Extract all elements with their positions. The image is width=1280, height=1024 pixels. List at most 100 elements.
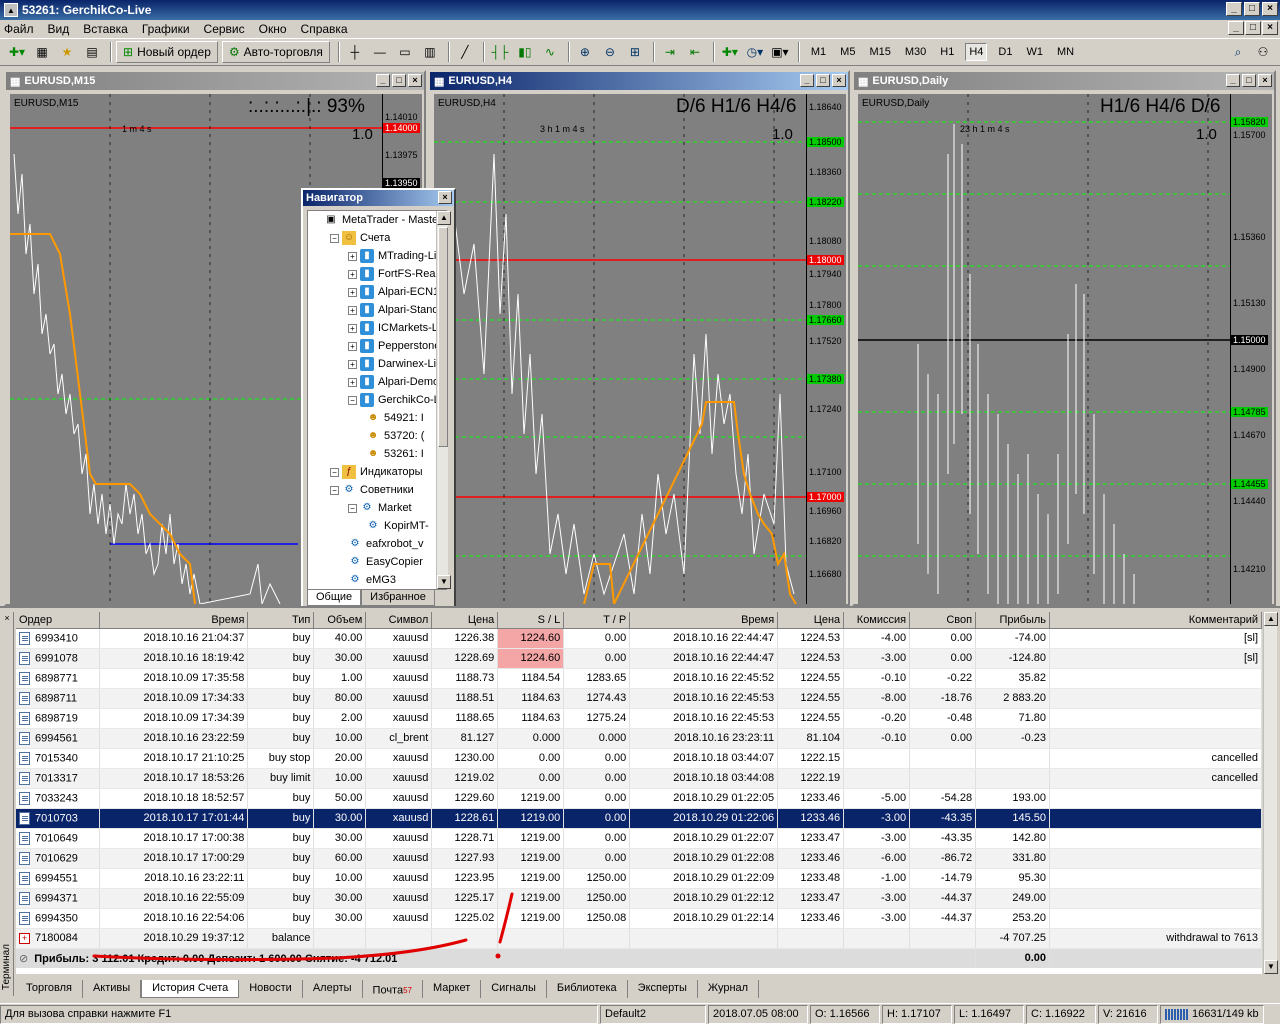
navigator-title[interactable]: Навигатор × [303,190,454,206]
chart-canvas[interactable]: EURUSD,H4 3 h 1 m 4 s D/6 H1/6 H4/6 1.0 … [434,94,846,604]
scroll-up-icon[interactable]: ▲ [437,211,451,225]
table-row[interactable]: 7015340 2018.10.17 21:10:25 buy stop 20.00 x… [16,748,1262,769]
channel-icon[interactable]: ▥ [419,41,441,63]
navigator-item[interactable]: + ▮ Alpari-Standa [308,301,446,319]
zoom-out-icon[interactable]: ⊖ [599,41,621,63]
terminal-tab[interactable]: Активы [83,980,142,998]
scroll-down-icon[interactable]: ▼ [1264,960,1278,974]
price-scale[interactable]: 1.18640 1.18500 1.18360 1.18220 1.18080 … [806,94,846,604]
expand-toggle-icon[interactable]: + [348,287,357,297]
chart-maximize-button[interactable]: □ [392,74,406,87]
chart-maximize-button[interactable]: □ [816,74,830,87]
column-header[interactable]: Время [99,612,249,629]
table-row[interactable]: 7010703 2018.10.17 17:01:44 buy 30.00 xauusd… [16,808,1262,829]
chart-minimize-button[interactable]: _ [800,74,814,87]
column-header[interactable]: T / P [563,612,631,629]
table-row[interactable]: 6898771 2018.10.09 17:35:58 buy 1.00 xauusd 1… [16,668,1262,689]
navigator-item[interactable]: ☻ 54921: I [308,409,446,427]
navigator-toggle-icon[interactable]: ▤ [81,41,103,63]
column-header[interactable]: Время [629,612,779,629]
terminal-tab[interactable]: Торговля [16,980,83,998]
navigator-item[interactable]: ⚙ eMG3 [308,571,446,589]
candle-chart-icon[interactable]: ▮▯ [514,41,536,63]
menu-tools[interactable]: Сервис [204,22,245,36]
timeframe-m30[interactable]: M30 [902,44,929,60]
expand-toggle-icon[interactable]: + [348,305,357,315]
navigator-item[interactable]: ⚙ KopirMT- [308,517,446,535]
autoscroll-icon[interactable]: ⇥ [659,41,681,63]
terminal-tab[interactable]: Новости [239,980,303,998]
navigator-tab-general[interactable]: Общие [307,590,362,606]
table-row[interactable]: 7010649 2018.10.17 17:00:38 buy 30.00 xauusd… [16,828,1262,849]
zoom-in-icon[interactable]: ⊕ [574,41,596,63]
navigator-item[interactable]: + ▮ Alpari-ECN1 [308,283,446,301]
table-row[interactable]: 6994551 2018.10.16 23:22:11 buy 10.00 xauusd… [16,868,1262,889]
status-profile[interactable]: Default2 [600,1004,706,1024]
timeframe-h4[interactable]: H4 [965,43,988,61]
table-row[interactable]: 6898719 2018.10.09 17:34:39 buy 2.00 xauusd 1… [16,708,1262,729]
navigator-item[interactable]: + ▮ Alpari-Demo [308,373,446,391]
chart-canvas[interactable]: EURUSD,Daily 23 h 1 m 4 s H1/6 H4/6 D/6 … [858,94,1272,604]
chart-shift-icon[interactable]: ⇤ [684,41,706,63]
column-header[interactable]: Прибыль [975,612,1051,629]
timeframe-m1[interactable]: M1 [808,44,829,60]
favorites-icon[interactable]: ★ [56,41,78,63]
navigator-item[interactable]: + ▮ Darwinex-Liv [308,355,446,373]
chart-close-button[interactable]: × [408,74,422,87]
tile-windows-icon[interactable]: ⊞ [624,41,646,63]
expand-toggle-icon[interactable]: + [348,359,357,369]
expand-toggle-icon[interactable]: − [330,485,339,495]
trendline-icon[interactable]: ╱ [454,41,476,63]
terminal-tab[interactable]: История Счета [141,980,240,998]
chart-window-title[interactable]: ▦ EURUSD,Daily _ □ × [854,72,1274,90]
scroll-down-icon[interactable]: ▼ [437,575,451,589]
navigator-item[interactable]: + ▮ MTrading-Liv [308,247,446,265]
chart-window-eurusd-daily[interactable]: ▦ EURUSD,Daily _ □ × EURUSD,Daily 23 h 1… [852,70,1276,606]
mdi-minimize-button[interactable]: _ [1228,21,1244,35]
navigator-item[interactable]: ⚙ EasyCopier [308,553,446,571]
crosshair-icon[interactable]: ┼ [344,41,366,63]
column-header[interactable]: Ордер [16,612,101,629]
terminal-close-icon[interactable]: × [2,613,12,623]
column-header[interactable]: S / L [497,612,565,629]
navigator-item[interactable]: + ▮ ICMarkets-Li [308,319,446,337]
chart-minimize-button[interactable]: _ [376,74,390,87]
column-header[interactable]: Цена [777,612,845,629]
navigator-item[interactable]: − ƒ Индикаторы [308,463,446,481]
table-row[interactable]: 6898711 2018.10.09 17:34:33 buy 80.00 xauusd… [16,688,1262,709]
chart-close-button[interactable]: × [832,74,846,87]
expand-toggle-icon[interactable]: − [348,395,357,405]
navigator-item[interactable]: − ☺ Счета [308,229,446,247]
terminal-tab[interactable]: Маркет [423,980,482,998]
expand-toggle-icon[interactable]: + [348,377,357,387]
scroll-up-icon[interactable]: ▲ [1264,612,1278,626]
terminal-tab[interactable]: Сигналы [481,980,547,998]
timeframe-m5[interactable]: M5 [837,44,858,60]
expand-toggle-icon[interactable]: + [348,269,357,279]
chart-maximize-button[interactable]: □ [1242,74,1256,87]
timeframe-mn[interactable]: MN [1054,44,1077,60]
terminal-tab[interactable]: Почта57 [363,980,423,998]
terminal-tab[interactable]: Журнал [698,980,760,998]
chart-close-button[interactable]: × [1258,74,1272,87]
navigator-item[interactable]: + ▮ Pepperstone [308,337,446,355]
table-row[interactable]: 7013317 2018.10.17 18:53:26 buy limit 10.00… [16,768,1262,789]
expand-toggle-icon[interactable]: − [330,233,339,243]
expand-toggle-icon[interactable]: + [348,323,357,333]
navigator-item[interactable]: ▣ MetaTrader - Masterf [308,211,446,229]
timeframe-w1[interactable]: W1 [1023,44,1046,60]
line-chart-icon[interactable]: ∿ [539,41,561,63]
periods-icon[interactable]: ◷▾ [744,41,766,63]
column-header[interactable]: Комиссия [843,612,911,629]
table-row[interactable]: 6991078 2018.10.16 18:19:42 buy 30.00 xauusd… [16,648,1262,669]
navigator-close-button[interactable]: × [438,191,452,204]
menu-insert[interactable]: Вставка [83,22,128,36]
chart-window-eurusd-h4[interactable]: ▦ EURUSD,H4 _ □ × EURUSD,H4 3 h 1 m 4 s D/6… [428,70,850,606]
indicators-icon[interactable]: ✚▾ [719,41,741,63]
terminal-tab[interactable]: Алерты [303,980,363,998]
mdi-close-button[interactable]: × [1262,21,1278,35]
profiles-icon[interactable]: ▦ [31,41,53,63]
column-header[interactable]: Тип [247,612,315,629]
table-row[interactable]: 7010629 2018.10.17 17:00:29 buy 60.00 xauusd… [16,848,1262,869]
expand-toggle-icon[interactable]: − [348,503,357,513]
